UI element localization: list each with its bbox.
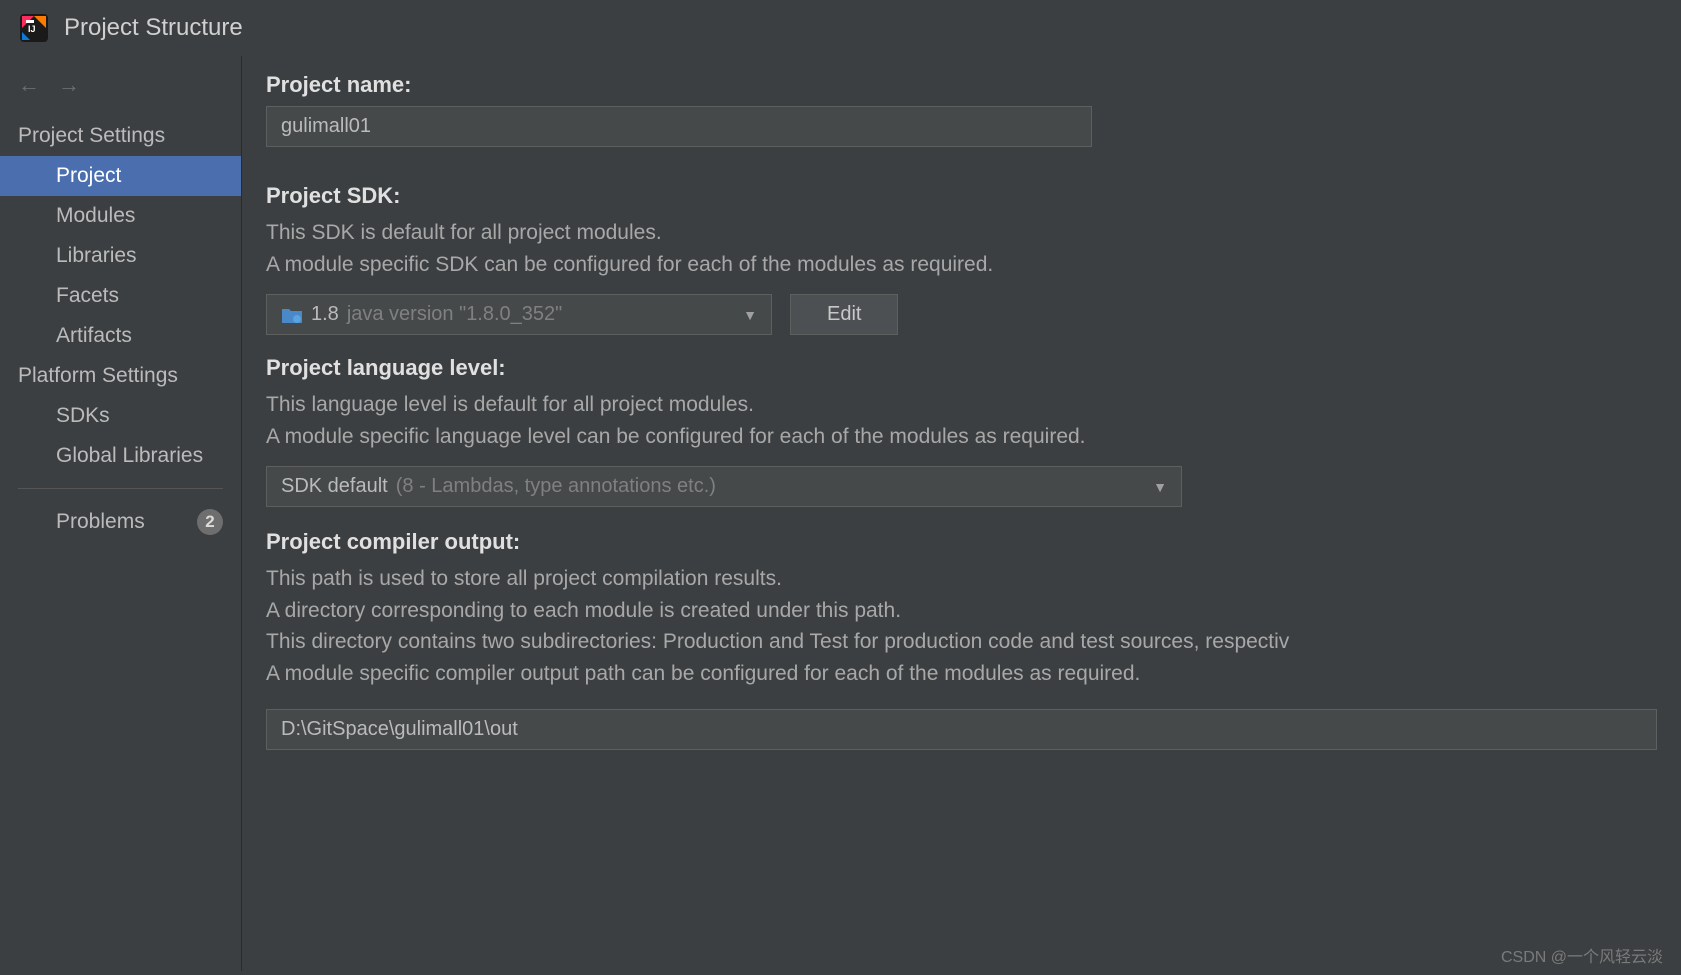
compiler-help-line3: This directory contains two subdirectori… — [266, 626, 1657, 658]
sdk-version-detail: java version "1.8.0_352" — [347, 303, 562, 326]
title-bar: IJ Project Structure — [0, 0, 1681, 56]
sdk-help-line1: This SDK is default for all project modu… — [266, 217, 1657, 249]
edit-sdk-button[interactable]: Edit — [790, 294, 898, 335]
forward-arrow-icon[interactable]: → — [58, 72, 80, 98]
lang-level-prefix: SDK default — [281, 475, 388, 498]
lang-help-text: This language level is default for all p… — [266, 389, 1657, 452]
sidebar: ← → Project Settings Project Modules Lib… — [0, 56, 242, 971]
sidebar-item-modules[interactable]: Modules — [0, 196, 241, 236]
project-sdk-label: Project SDK: — [266, 183, 1657, 209]
back-arrow-icon[interactable]: ← — [18, 72, 40, 98]
compiler-help-text: This path is used to store all project c… — [266, 563, 1657, 689]
sidebar-divider — [18, 488, 223, 489]
sdk-version-prefix: 1.8 — [311, 303, 339, 326]
watermark: CSDN @一个风轻云淡 — [1501, 943, 1663, 967]
lang-help-line2: A module specific language level can be … — [266, 421, 1657, 453]
compiler-output-label: Project compiler output: — [266, 529, 1657, 555]
sidebar-item-facets[interactable]: Facets — [0, 276, 241, 316]
compiler-output-input[interactable] — [266, 709, 1657, 750]
compiler-help-line2: A directory corresponding to each module… — [266, 595, 1657, 627]
sidebar-heading-project-settings: Project Settings — [0, 116, 241, 156]
chevron-down-icon: ▼ — [743, 307, 757, 323]
intellij-icon: IJ — [18, 12, 50, 44]
lang-level-label: Project language level: — [266, 355, 1657, 381]
window-title: Project Structure — [64, 14, 243, 42]
sidebar-item-project[interactable]: Project — [0, 156, 241, 196]
sdk-dropdown[interactable]: 1.8 java version "1.8.0_352" ▼ — [266, 294, 772, 335]
problems-label: Problems — [56, 510, 145, 534]
sidebar-item-problems[interactable]: Problems 2 — [0, 501, 241, 543]
compiler-help-line1: This path is used to store all project c… — [266, 563, 1657, 595]
svg-text:IJ: IJ — [28, 24, 36, 34]
lang-level-dropdown[interactable]: SDK default (8 - Lambdas, type annotatio… — [266, 466, 1182, 507]
lang-level-detail: (8 - Lambdas, type annotations etc.) — [396, 475, 716, 498]
sidebar-item-artifacts[interactable]: Artifacts — [0, 316, 241, 356]
sidebar-item-global-libraries[interactable]: Global Libraries — [0, 436, 241, 476]
project-name-label: Project name: — [266, 72, 1657, 98]
problems-count-badge: 2 — [197, 509, 223, 535]
nav-arrows: ← → — [0, 64, 241, 116]
lang-help-line1: This language level is default for all p… — [266, 389, 1657, 421]
content-panel: Project name: Project SDK: This SDK is d… — [242, 56, 1681, 971]
sdk-help-text: This SDK is default for all project modu… — [266, 217, 1657, 280]
chevron-down-icon: ▼ — [1153, 479, 1167, 495]
project-name-input[interactable] — [266, 106, 1092, 147]
sidebar-heading-platform-settings: Platform Settings — [0, 356, 241, 396]
compiler-help-line4: A module specific compiler output path c… — [266, 658, 1657, 690]
sidebar-item-libraries[interactable]: Libraries — [0, 236, 241, 276]
sdk-help-line2: A module specific SDK can be configured … — [266, 249, 1657, 281]
folder-icon — [281, 306, 303, 324]
sidebar-item-sdks[interactable]: SDKs — [0, 396, 241, 436]
